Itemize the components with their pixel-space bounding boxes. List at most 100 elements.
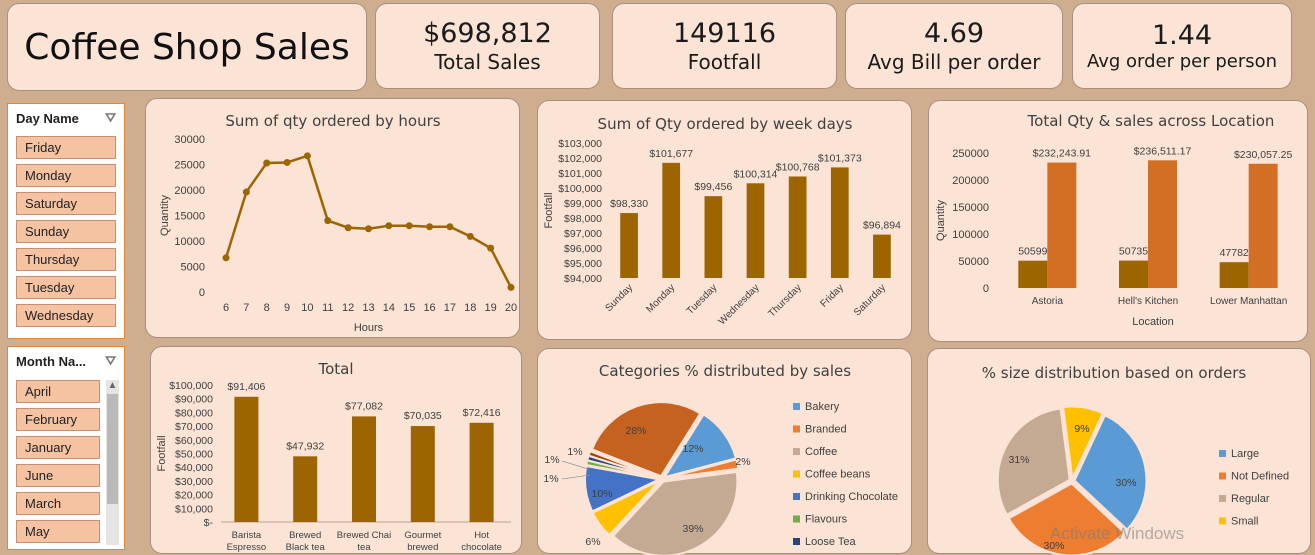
x-tick-label: Hot	[474, 530, 489, 541]
slicer-item-sunday[interactable]: Sunday	[16, 220, 116, 243]
y-tick-label: 200000	[952, 175, 989, 187]
data-label: $101,677	[649, 148, 693, 160]
month-slicer-header: Month Na... ⛛	[8, 347, 124, 375]
slicer-item-may[interactable]: May	[16, 520, 100, 543]
slicer-item-wednesday[interactable]: Wednesday	[16, 304, 116, 327]
x-tick-label: brewed	[407, 542, 438, 553]
kpi-value: 4.69	[923, 18, 985, 50]
slice-label: 9%	[1074, 423, 1089, 435]
x-tick-label: 8	[264, 302, 270, 314]
legend-swatch	[793, 448, 800, 455]
data-label: $96,894	[863, 220, 901, 232]
x-tick-label: Monday	[644, 282, 677, 315]
day-slicer[interactable]: Day Name ⛛ Friday Monday Saturday Sunday…	[7, 103, 125, 339]
x-tick-label: 15	[403, 302, 415, 314]
legend-label: Drinking Chocolate	[805, 491, 898, 503]
month-slicer[interactable]: Month Na... ⛛ April February January Jun…	[7, 346, 125, 550]
legend-label: Small	[1231, 516, 1259, 528]
dashboard-title: Coffee Shop Sales	[24, 26, 350, 68]
scroll-thumb[interactable]	[107, 394, 118, 504]
slice-label: 10%	[591, 488, 612, 500]
slicer-item-saturday[interactable]: Saturday	[16, 192, 116, 215]
slicer-item-april[interactable]: April	[16, 380, 100, 403]
title-card: Coffee Shop Sales	[7, 3, 367, 91]
slicer-item-march[interactable]: March	[16, 492, 100, 515]
slice-label: 28%	[625, 425, 646, 437]
day-slicer-title: Day Name	[16, 110, 79, 126]
y-tick-label: $102,000	[558, 153, 602, 165]
y-tick-label: $90,000	[175, 394, 213, 406]
x-tick-label: 7	[243, 302, 249, 314]
slicer-item-monday[interactable]: Monday	[16, 164, 116, 187]
clear-filter-icon[interactable]: ⛛	[105, 110, 116, 126]
y-tick-label: $99,000	[564, 198, 602, 210]
legend-swatch	[793, 470, 800, 478]
y-tick-label: 10000	[174, 236, 205, 248]
chart-title: Sum of Qty ordered by week days	[598, 115, 853, 133]
legend-swatch	[793, 403, 800, 410]
bar	[410, 426, 435, 522]
month-scrollbar[interactable]: ▲	[106, 380, 119, 545]
slicer-item-tuesday[interactable]: Tuesday	[16, 276, 116, 299]
x-tick-label: Thursday	[767, 282, 804, 319]
legend-swatch	[1219, 450, 1226, 457]
slicer-item-thursday[interactable]: Thursday	[16, 248, 116, 271]
activate-windows-watermark: Activate Windows	[1050, 524, 1185, 543]
data-point	[466, 232, 474, 240]
data-label: $72,416	[463, 407, 501, 419]
chart-title: Sum of qty ordered by hours	[225, 112, 440, 130]
legend-swatch	[1219, 472, 1226, 480]
chart-title: Total Qty & sales across Location	[1027, 112, 1275, 130]
chart-card-location: Total Qty & sales across Location 0 50000 1…	[928, 100, 1308, 342]
slice-label: 1%	[544, 454, 559, 466]
legend-swatch	[793, 538, 800, 545]
slicer-item-june[interactable]: June	[16, 464, 100, 487]
slicer-item-january[interactable]: January	[16, 436, 100, 459]
data-label: 50735	[1119, 246, 1148, 258]
y-tick-label: $50,000	[175, 449, 213, 461]
data-label: $47,932	[286, 440, 324, 452]
kpi-label: Avg order per person	[1086, 50, 1278, 72]
bar	[830, 167, 849, 278]
y-tick-label: $70,000	[175, 421, 213, 433]
clear-filter-icon[interactable]: ⛛	[105, 353, 116, 369]
x-tick-label: Barista	[232, 530, 262, 541]
kpi-avg-order: 1.44 Avg order per person	[1072, 3, 1292, 89]
x-tick-label: Wednesday	[717, 282, 762, 327]
x-tick-label: Espresso	[227, 542, 267, 553]
x-tick-label: tea	[357, 542, 371, 553]
y-tick-label: 25000	[174, 160, 205, 172]
day-slicer-header: Day Name ⛛	[8, 104, 124, 132]
y-tick-label: 150000	[952, 202, 989, 214]
data-label: 47782	[1220, 247, 1249, 259]
bar	[704, 196, 723, 278]
y-tick-label: 5000	[181, 262, 205, 274]
data-label: $70,035	[404, 410, 442, 422]
y-tick-label: $100,000	[169, 380, 213, 392]
slicer-item-february[interactable]: February	[16, 408, 100, 431]
kpi-label: Avg Bill per order	[867, 49, 1041, 74]
hours-line-chart: Sum of qty ordered by hours 0 5000 10000 150…	[159, 112, 517, 334]
y-tick-label: 15000	[174, 211, 205, 223]
y-axis-label: Quantity	[935, 200, 947, 241]
kpi-label: Total Sales	[434, 49, 541, 74]
x-tick-label: 20	[505, 302, 517, 314]
legend-swatch	[1219, 517, 1226, 525]
chart-title: Total	[317, 360, 353, 378]
slicer-item-friday[interactable]: Friday	[16, 136, 116, 159]
y-tick-label: $10,000	[175, 503, 213, 515]
y-tick-label: $103,000	[558, 138, 602, 150]
kpi-total-sales: $698,812 Total Sales	[375, 3, 600, 89]
kpi-value: 149116	[672, 18, 777, 50]
slice-label: 1%	[567, 446, 582, 458]
data-label: $230,057.25	[1234, 149, 1293, 161]
legend-label: Coffee beans	[805, 469, 871, 481]
data-point	[242, 188, 250, 196]
y-tick-label: 0	[199, 287, 205, 299]
data-point	[283, 158, 291, 166]
scroll-up-icon[interactable]: ▲	[106, 380, 119, 391]
x-tick-label: 14	[383, 302, 395, 314]
y-tick-label: 20000	[174, 185, 205, 197]
y-tick-label: $96,000	[564, 243, 602, 255]
y-tick-label: $30,000	[175, 476, 213, 488]
